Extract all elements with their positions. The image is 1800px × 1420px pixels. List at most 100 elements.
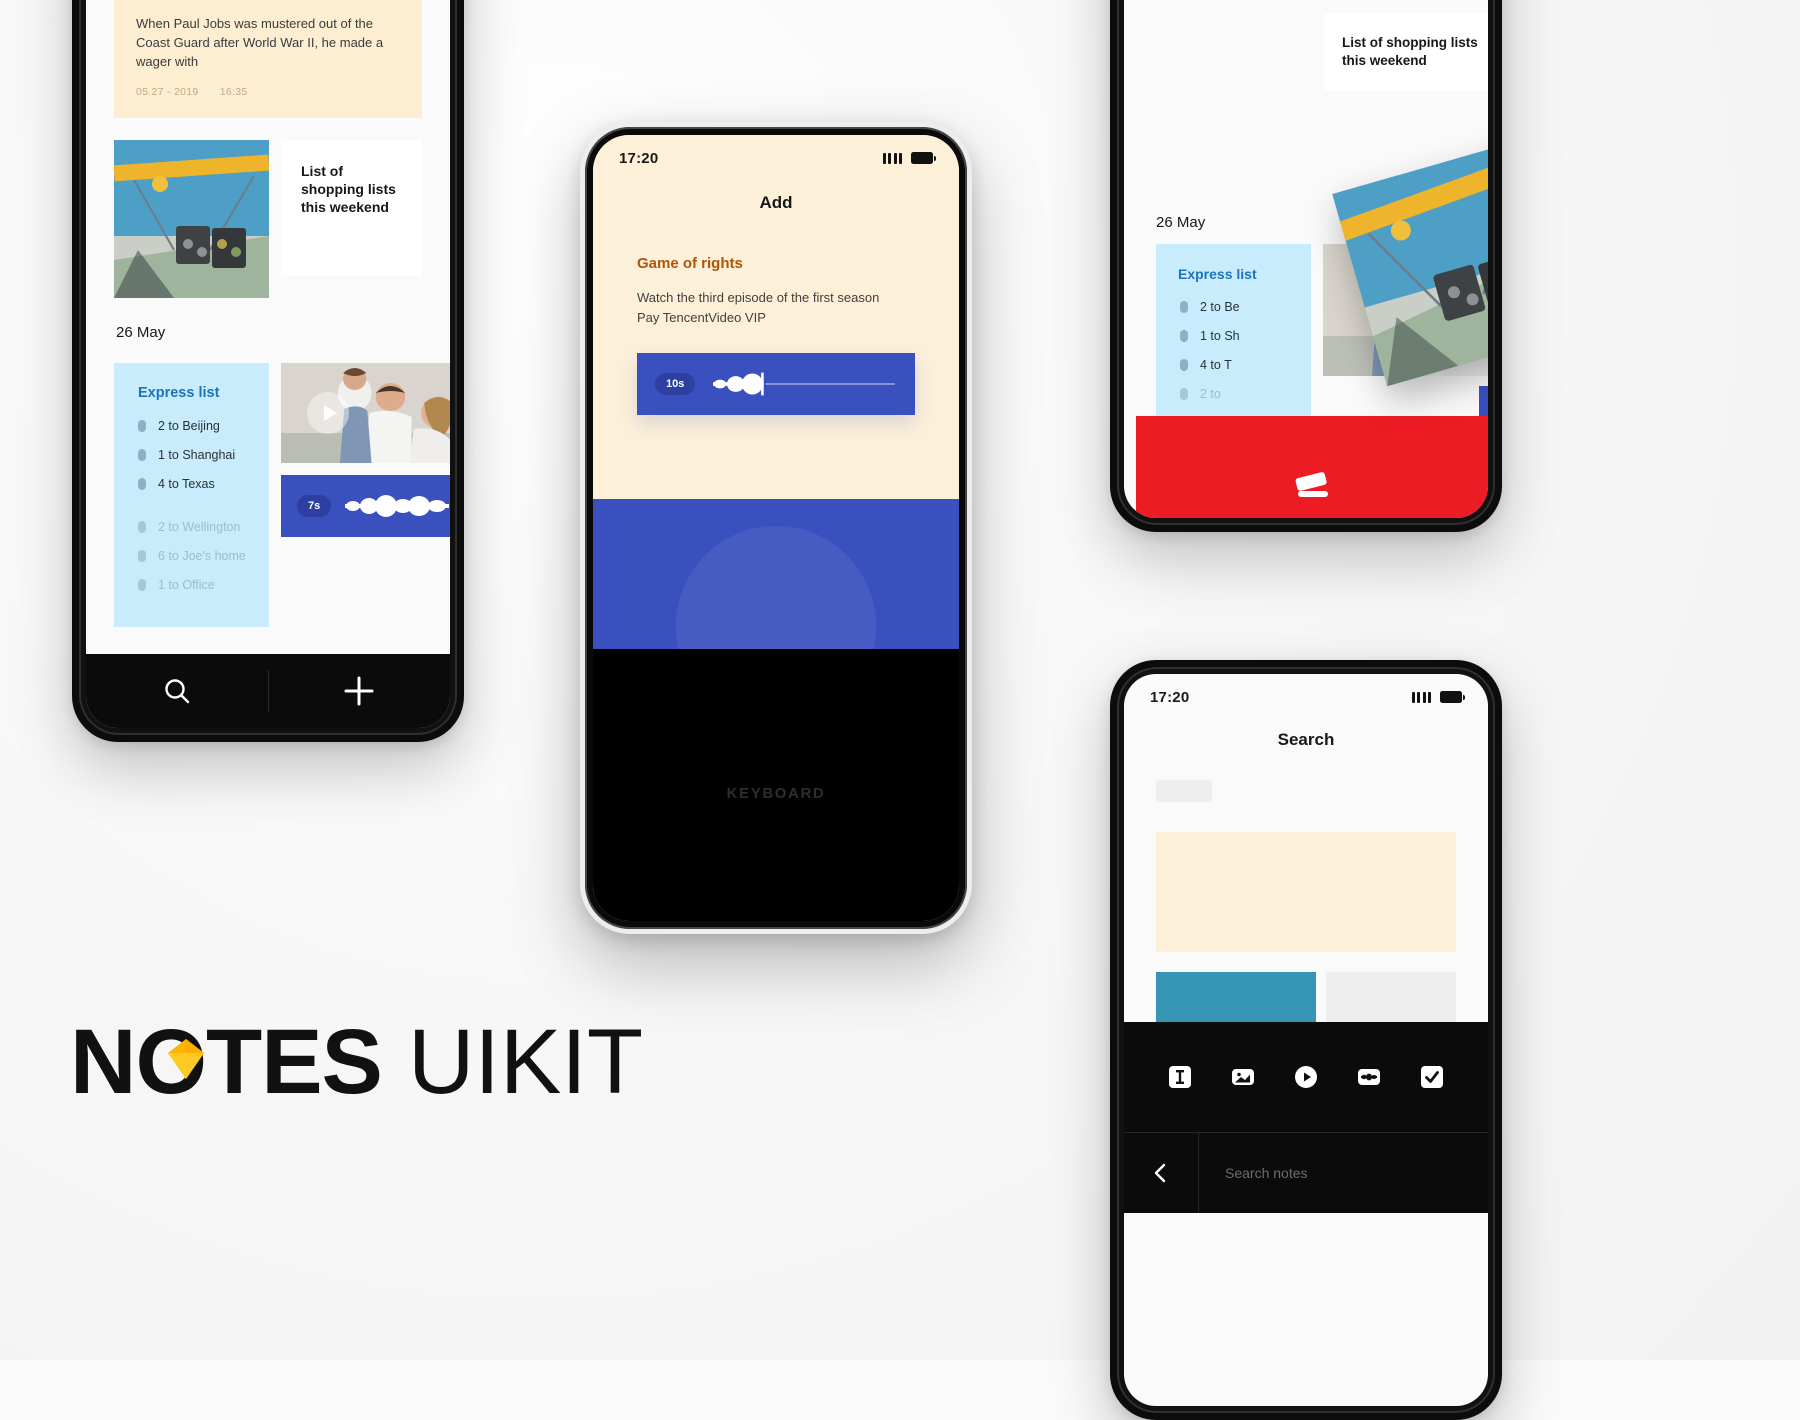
battery-icon [911,152,936,164]
checkbox-icon[interactable] [1180,359,1188,371]
phone-screen: Today Childhood Abandoned and Chosen Whe… [86,0,450,728]
checkbox-icon[interactable] [138,477,146,490]
search-icon [165,679,189,704]
section-header-26-may: 26 May [1156,214,1206,231]
play-icon[interactable] [307,391,349,434]
decorative-circle [676,526,876,649]
note-card-shopping[interactable]: List of shopping lists this weekend [1324,14,1488,91]
note-card-express-list[interactable]: Express list 2 to Be 1 to Sh 4 to T 2 to [1156,244,1311,416]
checkbox-icon[interactable] [138,549,146,562]
search-input[interactable]: Search notes [1199,1165,1488,1181]
audio-wave-icon [345,494,450,517]
keyboard-area[interactable]: KEYBOARD [593,649,959,921]
express-list-title: Express list [138,384,220,401]
checkbox-icon[interactable] [138,578,146,591]
checkbox-icon[interactable] [1180,388,1188,400]
sketch-diamond-icon [168,1039,204,1079]
list-item-label: 4 to T [1200,358,1232,372]
notes-list-body: Today Childhood Abandoned and Chosen Whe… [86,0,450,654]
note-body: When Paul Jobs was mustered out of the C… [136,16,384,69]
list-item[interactable]: 2 to Beijing [138,419,269,433]
list-item[interactable]: 2 to Wellington [138,520,269,534]
list-item-label: 1 to Office [158,577,215,592]
phone-add-note: 17:20 Add Game of rights Watch the third… [580,122,972,934]
video-play-icon[interactable] [1293,1064,1319,1090]
status-bar: 17:20 [1124,674,1488,714]
checklist-icon[interactable] [1419,1064,1445,1090]
checkbox-icon[interactable] [1180,301,1188,313]
phone-notes-list: Today Childhood Abandoned and Chosen Whe… [72,0,464,742]
audio-duration-badge: 10s [655,373,696,395]
note-title: List of shopping lists this weekend [1342,35,1478,69]
editor-toolbar [1124,1022,1488,1132]
video-note-family[interactable] [281,362,450,463]
audio-note[interactable]: 7s [281,474,450,537]
search-bar: Search notes [1124,1132,1488,1213]
audio-recording-control[interactable]: 10s [637,353,915,415]
signal-bars-icon [1411,691,1431,703]
list-item[interactable]: 6 to Joe's home [138,549,269,563]
page-title: Add [759,193,793,212]
note-row-express: Express list 2 to Beijing 1 to Shanghai … [114,362,450,627]
phone-screen: List of shopping lists this weekend 26 M… [1124,0,1488,518]
note-card-express-list[interactable]: Express list 2 to Beijing 1 to Shanghai … [114,362,269,627]
brand-logo: NOTES UIKIT [70,1016,643,1108]
note-title: Childhood Abandoned and Chosen [136,0,400,1]
audio-duration-badge: 7s [297,494,332,517]
brand-name-bold: NOTES [70,1011,383,1113]
list-item[interactable]: 1 to Shanghai [138,448,269,462]
status-indicators [882,152,936,164]
text-format-icon[interactable] [1167,1064,1193,1090]
brand-name-thin: UIKIT [407,1011,644,1113]
note-card-childhood[interactable]: Childhood Abandoned and Chosen When Paul… [114,0,422,118]
list-item[interactable]: 2 to [1180,387,1311,401]
list-item[interactable]: 4 to Texas [138,477,269,491]
placeholder-chip [1156,780,1212,802]
photo-thumbnail-biplane[interactable] [114,139,269,298]
phone-search: 17:20 Search Search notes [1110,660,1502,1420]
audio-wave-icon[interactable] [713,370,897,398]
plus-icon [344,676,374,706]
list-item-label: 2 to Beijing [158,418,220,433]
list-item-label: 4 to Texas [158,476,215,491]
phone-screen: 17:20 Add Game of rights Watch the third… [593,135,959,921]
image-icon[interactable] [1230,1064,1256,1090]
checkbox-icon[interactable] [138,520,146,533]
tab-add[interactable] [269,654,451,728]
checkbox-icon[interactable] [138,448,146,461]
biplane-photo-icon [114,139,269,298]
note-date: 05.27 - 2019 [136,85,199,98]
phone-screen: 17:20 Search Search notes [1124,674,1488,1406]
placeholder-note-card[interactable] [1156,832,1456,952]
list-item-label: 2 to Be [1200,300,1240,314]
note-media-block[interactable] [593,499,959,649]
status-bar: 17:20 [593,135,959,175]
status-indicators [1411,691,1465,703]
note-title: Game of rights [637,255,743,272]
back-button[interactable] [1124,1133,1199,1213]
checkbox-icon[interactable] [138,419,146,432]
note-card-shopping[interactable]: List of shopping lists this weekend [281,139,422,276]
signal-bars-icon [882,152,902,164]
audio-wave-icon[interactable] [1356,1064,1382,1090]
tab-search[interactable] [86,654,268,728]
note-title: List of shopping lists this weekend [301,162,396,216]
keyboard-label: KEYBOARD [726,785,826,802]
bottom-tabbar [86,654,450,728]
delete-drop-zone[interactable] [1136,416,1488,518]
checkbox-icon[interactable] [1180,330,1188,342]
canvas: Today Childhood Abandoned and Chosen Whe… [0,0,1800,1420]
chevron-left-icon [1154,1163,1166,1183]
note-meta: 05.27 - 2019 16:35 [136,86,400,98]
list-item[interactable]: 2 to Be [1180,300,1311,314]
eraser-icon [1295,472,1328,497]
list-item[interactable]: 1 to Office [138,578,269,592]
list-item-label: 1 to Sh [1200,329,1240,343]
list-item[interactable]: 1 to Sh [1180,329,1311,343]
list-item-label: 2 to Wellington [158,519,241,534]
list-item-label: 2 to [1200,387,1221,401]
list-item[interactable]: 4 to T [1180,358,1311,372]
add-note-top: 17:20 Add Game of rights Watch the third… [593,135,959,499]
battery-icon [1440,691,1465,703]
list-item-label: 6 to Joe's home [158,548,246,563]
